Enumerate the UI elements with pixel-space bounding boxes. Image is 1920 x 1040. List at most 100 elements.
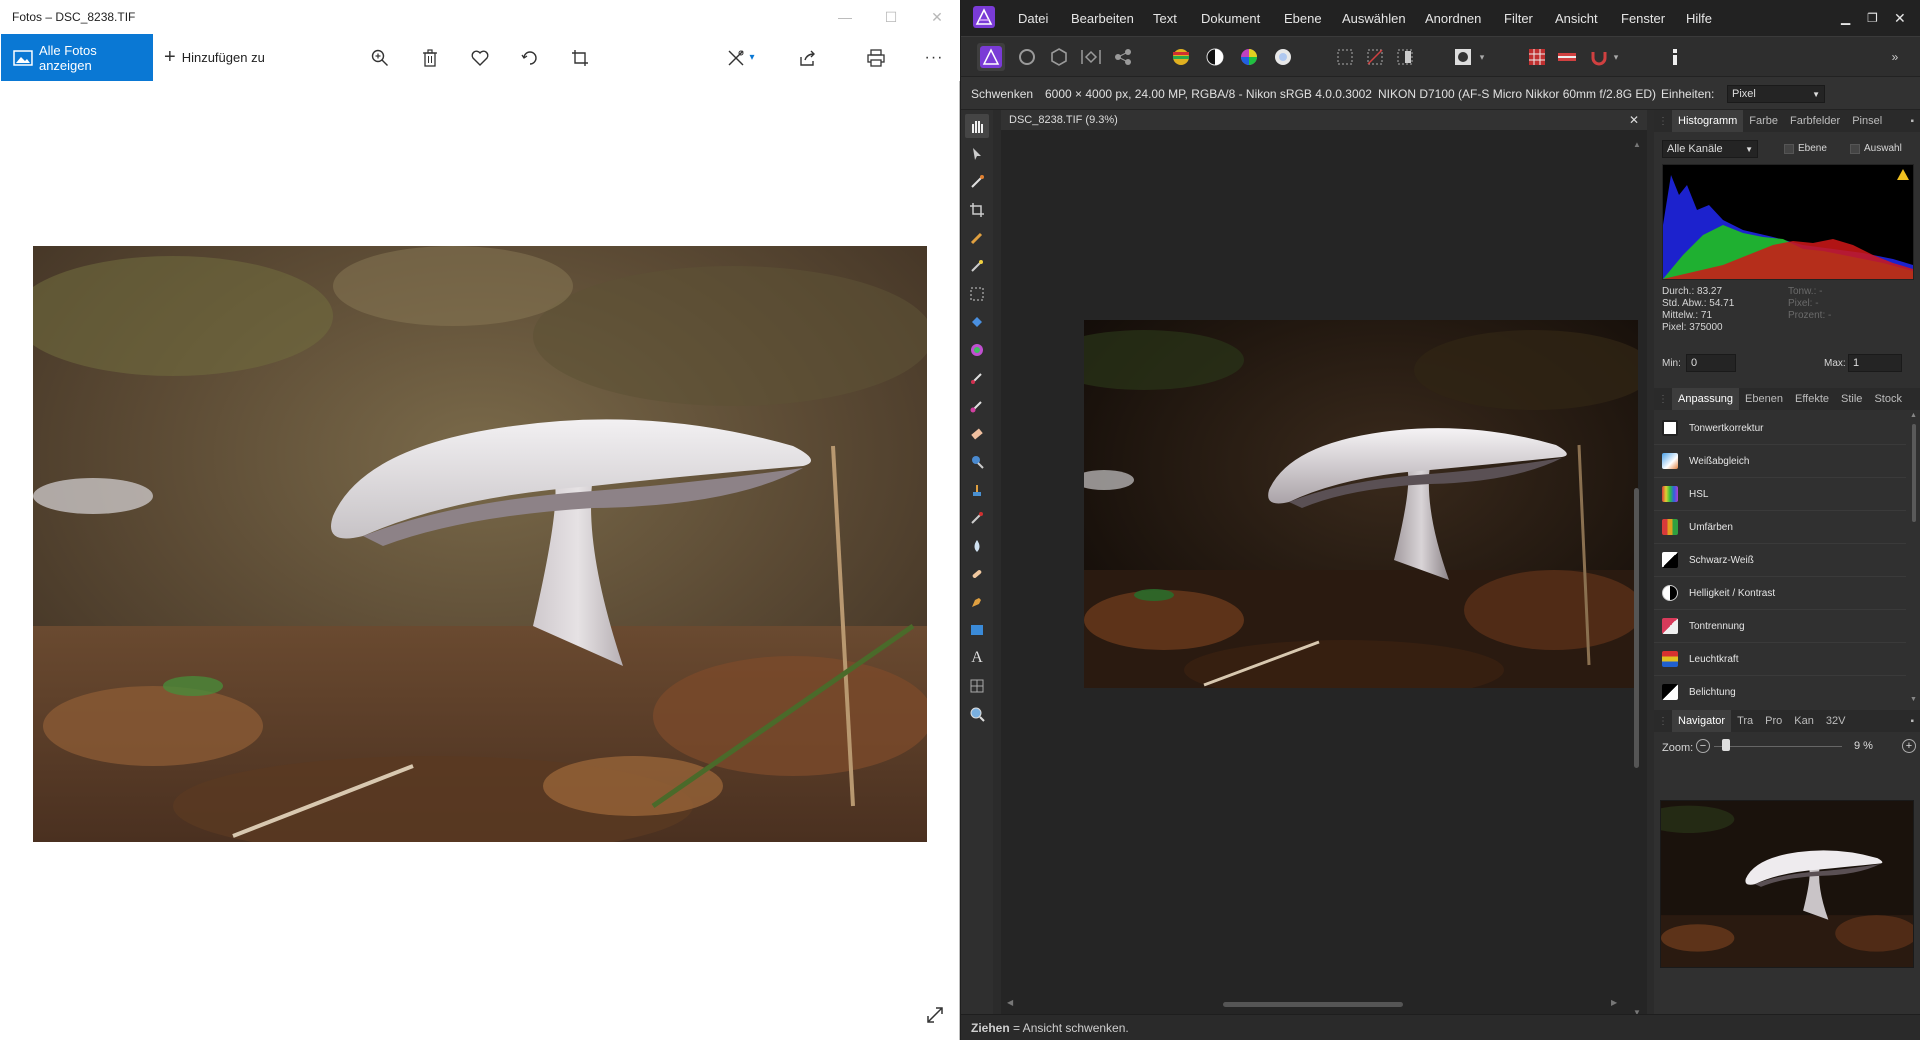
scroll-up-icon[interactable]: ▲ (1633, 140, 1641, 149)
minimize-button[interactable]: — (822, 0, 868, 34)
layer-checkbox-row[interactable]: Ebene (1784, 143, 1827, 154)
tab-transform[interactable]: Tra (1731, 710, 1759, 732)
adjustment-item[interactable]: Leuchtkraft (1654, 643, 1906, 676)
selection-brush-tool[interactable] (965, 226, 989, 250)
color-picker-tool[interactable] (965, 170, 989, 194)
panel-menu-icon[interactable]: ▪ (1910, 716, 1914, 727)
adjustment-item[interactable]: Tontrennung (1654, 610, 1906, 643)
close-button[interactable]: ✕ (914, 0, 960, 34)
tab-channels[interactable]: Kan (1788, 710, 1820, 732)
deselect-button[interactable] (1361, 43, 1389, 71)
erase-tool[interactable] (965, 422, 989, 446)
maximize-button[interactable]: ❐ (1867, 0, 1878, 36)
tab-navigator[interactable]: Navigator (1672, 710, 1732, 732)
adjustment-item[interactable]: Tonwertkorrektur (1654, 412, 1906, 445)
crop-tool[interactable] (965, 198, 989, 222)
print-button[interactable] (856, 34, 896, 81)
toolbar-overflow-icon[interactable]: » (1881, 43, 1909, 71)
zoom-tool[interactable] (965, 702, 989, 726)
menu-text[interactable]: Text (1153, 0, 1177, 36)
adjustment-item[interactable]: Weißabgleich (1654, 445, 1906, 478)
menu-ebene[interactable]: Ebene (1284, 0, 1322, 36)
brightness-contrast-button[interactable] (1201, 43, 1229, 71)
zoom-button[interactable] (360, 34, 400, 81)
menu-bearbeiten[interactable]: Bearbeiten (1071, 0, 1134, 36)
vertical-scrollbar[interactable]: ▲ ▼ (1631, 138, 1641, 1017)
tab-farbe[interactable]: Farbe (1743, 110, 1784, 132)
quick-mask-button[interactable] (1449, 43, 1477, 71)
white-balance-button[interactable] (1269, 43, 1297, 71)
hsl-button[interactable] (1235, 43, 1263, 71)
document-tab[interactable]: DSC_8238.TIF (9.3%) ✕ (1001, 110, 1647, 130)
hand-tool[interactable] (965, 114, 989, 138)
scroll-left-icon[interactable]: ◀ (1007, 998, 1013, 1007)
levels-button[interactable] (1167, 43, 1195, 71)
fullscreen-button[interactable] (920, 1000, 950, 1030)
horizontal-scrollbar[interactable]: ◀ ▶ (1001, 998, 1621, 1010)
tab-protocol[interactable]: Pro (1759, 710, 1788, 732)
pen-tool[interactable] (965, 590, 989, 614)
units-dropdown[interactable]: Pixel ▼ (1727, 85, 1825, 103)
text-tool[interactable]: A (965, 646, 989, 670)
clone-tool[interactable] (965, 478, 989, 502)
inpainting-tool[interactable] (965, 562, 989, 586)
flood-fill-tool[interactable] (965, 310, 989, 334)
tab-32v[interactable]: 32V (1820, 710, 1852, 732)
share-button[interactable] (788, 34, 828, 81)
scroll-right-icon[interactable]: ▶ (1611, 998, 1617, 1007)
menu-auswaehlen[interactable]: Auswählen (1342, 0, 1406, 36)
chevron-down-icon[interactable]: ▾ (1609, 43, 1623, 71)
all-photos-button[interactable]: Alle Fotos anzeigen (1, 34, 153, 81)
add-to-button[interactable]: + Hinzufügen zu (164, 34, 265, 81)
adjustments-scrollbar[interactable]: ▲ ▼ (1910, 412, 1918, 708)
document-canvas[interactable] (1084, 320, 1638, 688)
adjustment-item[interactable]: Belichtung (1654, 676, 1906, 708)
adjustment-item[interactable]: Helligkeit / Kontrast (1654, 577, 1906, 610)
chevron-down-icon[interactable]: ▾ (1475, 43, 1489, 71)
gradient-tool[interactable] (965, 338, 989, 362)
menu-dokument[interactable]: Dokument (1201, 0, 1260, 36)
navigator-preview[interactable] (1660, 800, 1914, 968)
red-eye-tool[interactable] (965, 506, 989, 530)
close-button[interactable]: ✕ (1894, 0, 1906, 36)
scroll-up-icon[interactable]: ▲ (1910, 412, 1917, 419)
rectangular-marquee-tool[interactable] (965, 282, 989, 306)
adjustment-item[interactable]: HSL (1654, 478, 1906, 511)
edit-button[interactable]: ▾ (714, 34, 768, 81)
menu-datei[interactable]: Datei (1018, 0, 1048, 36)
channel-dropdown[interactable]: Alle Kanäle ▼ (1662, 140, 1758, 158)
maximize-button[interactable]: ☐ (868, 0, 914, 34)
menu-filter[interactable]: Filter (1504, 0, 1533, 36)
delete-button[interactable] (410, 34, 450, 81)
adjustment-item[interactable]: Schwarz-Weiß (1654, 544, 1906, 577)
tab-stile[interactable]: Stile (1835, 388, 1868, 410)
menu-anordnen[interactable]: Anordnen (1425, 0, 1481, 36)
horizontal-scroll-thumb[interactable] (1223, 1002, 1403, 1007)
color-replacement-tool[interactable] (965, 394, 989, 418)
snapping-button[interactable] (1553, 43, 1581, 71)
zoom-in-button[interactable]: + (1902, 739, 1916, 753)
vertical-scroll-thumb[interactable] (1634, 488, 1639, 768)
selection-checkbox-row[interactable]: Auswahl (1850, 143, 1902, 154)
tab-farbfelder[interactable]: Farbfelder (1784, 110, 1846, 132)
invert-selection-button[interactable] (1391, 43, 1419, 71)
develop-persona-button[interactable] (1045, 43, 1073, 71)
selection-checkbox[interactable] (1850, 143, 1860, 154)
rotate-button[interactable] (510, 34, 550, 81)
favorite-button[interactable] (460, 34, 500, 81)
zoom-out-button[interactable]: − (1696, 739, 1710, 753)
tab-anpassung[interactable]: Anpassung (1672, 388, 1740, 410)
layer-checkbox[interactable] (1784, 143, 1794, 154)
crop-button[interactable] (560, 34, 600, 81)
mesh-warp-tool[interactable] (965, 674, 989, 698)
minimize-button[interactable]: ▁ (1841, 0, 1850, 36)
rectangle-tool[interactable] (965, 618, 989, 642)
assistant-button[interactable] (1523, 43, 1551, 71)
adjustment-item[interactable]: Umfärben (1654, 511, 1906, 544)
min-input[interactable]: 0 (1686, 354, 1736, 372)
photo-viewer-image[interactable] (33, 246, 927, 842)
zoom-slider-handle[interactable] (1722, 739, 1730, 751)
zoom-slider[interactable] (1714, 746, 1842, 747)
menu-fenster[interactable]: Fenster (1621, 0, 1665, 36)
panel-menu-icon[interactable]: ▪ (1910, 116, 1914, 127)
